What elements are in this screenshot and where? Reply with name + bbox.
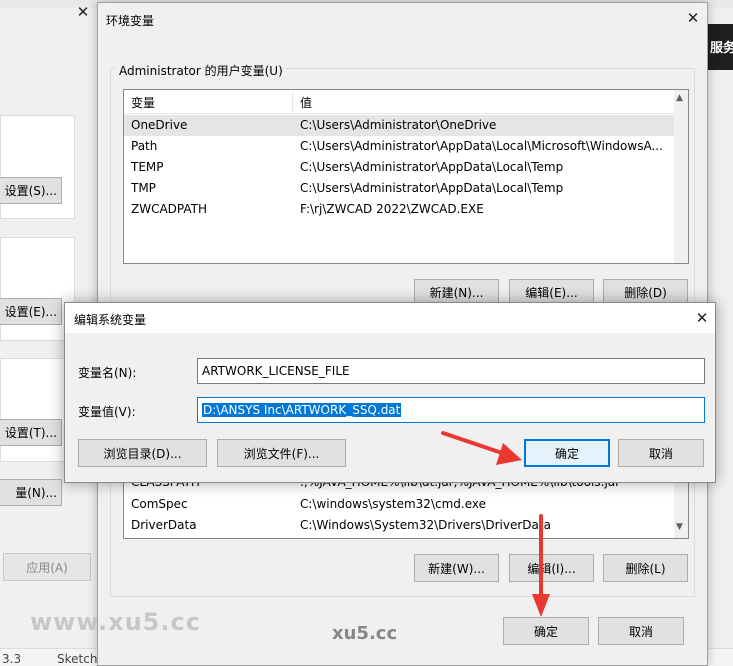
arrow-to-env-ok-icon (532, 514, 550, 617)
arrow-to-dialog-ok-icon (441, 431, 522, 465)
watermark-left: www.xu5.cc (30, 608, 201, 636)
annotation-arrows (441, 431, 550, 617)
watermark-center: xu5.cc (332, 623, 398, 644)
